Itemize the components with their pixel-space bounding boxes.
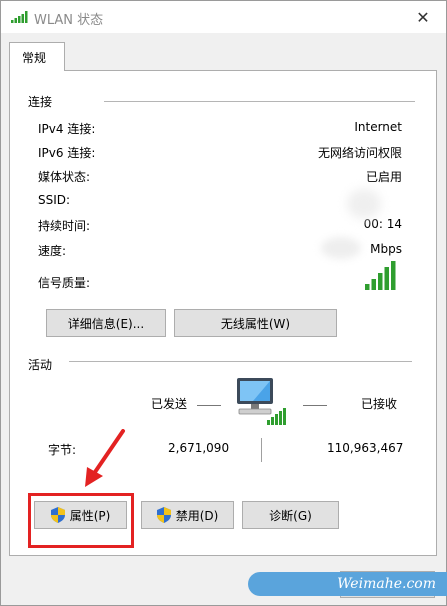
speed-value: Mbps (370, 242, 402, 256)
sent-dash (197, 405, 221, 406)
wifi-signal-icon (11, 11, 28, 23)
ipv6-label: IPv6 连接: (38, 146, 96, 160)
disable-button[interactable]: 禁用(D) (141, 501, 234, 529)
diagnose-button-label: 诊断(G) (269, 508, 312, 523)
bytes-sent-value: 2,671,090 (168, 441, 230, 455)
watermark-text: Weimahe.com (337, 576, 436, 592)
red-arrow-icon (85, 429, 125, 487)
bytes-separator (261, 438, 262, 462)
ipv6-value: 无网络访问权限 (317, 146, 402, 160)
duration-value: 00: 14 (363, 217, 402, 231)
media-state-row: 媒体状态: 已启用 (38, 168, 402, 188)
received-dash (303, 405, 327, 406)
ssid-label: SSID: (38, 193, 71, 207)
wireless-properties-label: 无线属性(W) (220, 316, 291, 331)
redaction-blur (321, 237, 361, 259)
highlight-box (28, 493, 134, 548)
media-state-label: 媒体状态: (38, 170, 91, 184)
close-button[interactable]: ✕ (400, 1, 446, 33)
disable-button-label: 禁用(D) (175, 508, 219, 523)
activity-header: 活动 (28, 358, 53, 372)
ipv4-value: Internet (354, 120, 402, 134)
signal-quality-row: 信号质量: (38, 274, 402, 294)
bytes-received-value: 110,963,467 (327, 441, 404, 455)
ipv4-row: IPv4 连接: Internet (38, 120, 402, 140)
sent-label: 已发送 (151, 397, 188, 411)
activity-divider (69, 361, 412, 362)
close-icon: ✕ (416, 7, 430, 27)
wlan-status-window: WLAN 状态 ✕ 常规 连接 IPv4 连接: Internet IPv6 连… (0, 0, 447, 606)
tab-general-label: 常规 (22, 51, 47, 65)
duration-row: 持续时间: 00: 14 (38, 217, 402, 237)
ipv4-label: IPv4 连接: (38, 122, 96, 136)
duration-label: 持续时间: (38, 219, 91, 233)
details-button-label: 详细信息(E)... (67, 316, 145, 331)
speed-label: 速度: (38, 244, 67, 258)
signal-quality-label: 信号质量: (38, 276, 91, 290)
received-label: 已接收 (361, 397, 398, 411)
details-button[interactable]: 详细信息(E)... (46, 309, 166, 337)
diagnose-button[interactable]: 诊断(G) (242, 501, 339, 529)
window-title: WLAN 状态 (34, 13, 104, 28)
tab-general[interactable]: 常规 (9, 42, 65, 71)
ipv6-row: IPv6 连接: 无网络访问权限 (38, 144, 402, 164)
title-bar[interactable]: WLAN 状态 ✕ (1, 1, 446, 33)
media-state-value: 已启用 (365, 170, 402, 184)
wireless-properties-button[interactable]: 无线属性(W) (174, 309, 337, 337)
network-computer-icon (237, 378, 286, 425)
signal-strength-icon (365, 261, 396, 290)
redaction-blur (347, 189, 381, 219)
connection-header: 连接 (28, 95, 53, 109)
bytes-label: 字节: (48, 443, 77, 457)
uac-shield-icon (156, 507, 171, 523)
connection-divider (104, 101, 415, 102)
watermark: Weimahe.com (248, 572, 447, 596)
